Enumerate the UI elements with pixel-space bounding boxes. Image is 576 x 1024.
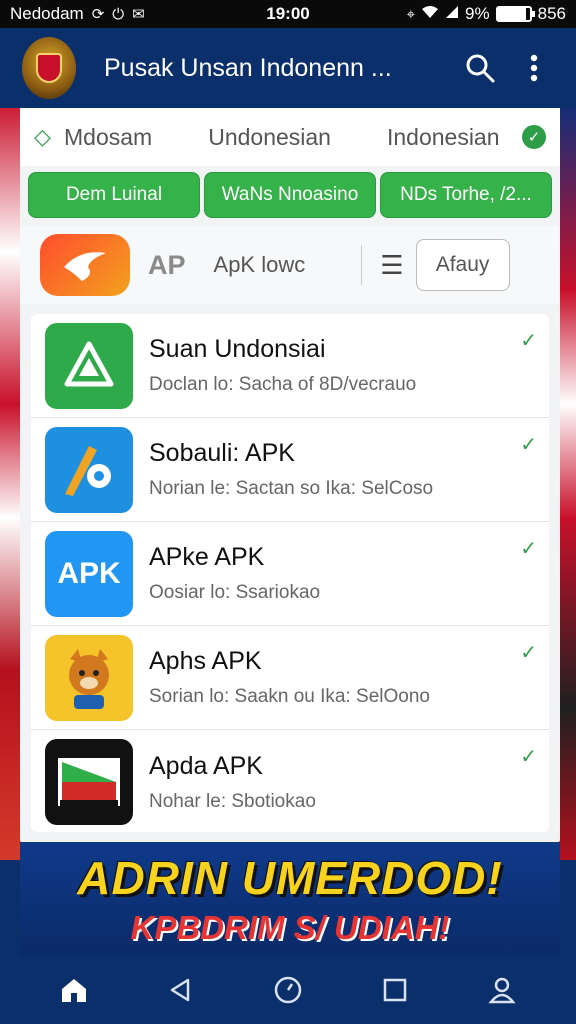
brand-text: AP xyxy=(148,249,186,280)
search-icon xyxy=(466,54,495,83)
nav-clock[interactable] xyxy=(268,970,308,1010)
language-filter-row: ◇ Mdosam Undonesian Indonesian ✓ xyxy=(20,108,560,166)
app-list: Suan Undonsiai Doclan lo: Sacha of 8D/ve… xyxy=(31,314,549,832)
bottom-nav xyxy=(0,956,576,1024)
user-icon xyxy=(488,977,516,1004)
recycle-app-icon xyxy=(45,322,133,409)
app-name: Apda APK xyxy=(149,751,263,780)
chip-2[interactable]: WaNs Nnoasino xyxy=(204,172,376,218)
chevron-down-icon[interactable]: ✓ xyxy=(520,328,537,353)
filter-option-1[interactable]: Mdosam xyxy=(64,124,152,151)
page-title: Pusak Unsan Indonenn ... xyxy=(104,53,392,82)
app-name: Sobauli: APK xyxy=(149,439,295,467)
chevron-down-icon[interactable]: ✓ xyxy=(520,536,537,561)
brand-toolbar: AP ApK lowc ☰ Afauy xyxy=(20,226,560,304)
app-description: Oosiar lo: Ssariokao xyxy=(149,582,321,603)
chip-3[interactable]: NDs Torhe, /2... xyxy=(380,172,552,218)
app-header: Pusak Unsan Indonenn ... xyxy=(0,28,576,108)
nav-home[interactable] xyxy=(54,970,94,1010)
square-icon xyxy=(383,978,407,1002)
list-item[interactable]: Suan Undonsiai Doclan lo: Sacha of 8D/ve… xyxy=(31,314,549,418)
search-button[interactable] xyxy=(460,48,500,88)
app-name: Suan Undonsiai xyxy=(149,335,326,363)
chevron-down-icon[interactable]: ✓ xyxy=(520,744,537,769)
list-item[interactable]: APK APke APK Oosiar lo: Ssariokao ✓ xyxy=(31,522,549,626)
apk-app-icon: APK xyxy=(45,530,133,617)
chevron-down-icon[interactable]: ✓ xyxy=(520,640,537,665)
app-description: Nohar le: Sbotiokao xyxy=(149,790,316,812)
flag-app-icon xyxy=(45,739,133,825)
app-description: Sorian lo: Saakn ou Ika: SelOono xyxy=(149,686,430,707)
banner-title: ADRIN UMERDOD! xyxy=(77,852,503,904)
back-icon xyxy=(170,978,190,1002)
nav-recents[interactable] xyxy=(375,970,415,1010)
nav-back[interactable] xyxy=(161,970,201,1010)
app-description: Doclan lo: Sacha of 8D/vecrauo xyxy=(149,374,417,395)
brand-logo xyxy=(40,234,130,296)
gear-app-icon xyxy=(45,426,133,513)
apk-icon-label: APK xyxy=(57,556,121,590)
nav-profile[interactable] xyxy=(482,970,522,1010)
main-content: ◇ Mdosam Undonesian Indonesian ✓ Dem Lui… xyxy=(20,108,560,842)
promo-banner[interactable]: ADRIN UMERDOD! KPBDRIM S/ UDIAH! xyxy=(20,842,560,956)
battery-icon xyxy=(495,6,535,22)
chevron-icon[interactable]: ◇ xyxy=(34,124,64,150)
clock: 19:00 xyxy=(266,4,310,23)
status-bar: Nedodam ⟳ ⏻ ✉ 19:00 ⌖ 9% 856 xyxy=(0,0,576,28)
mascot-app-icon xyxy=(45,634,133,721)
more-vert-icon xyxy=(530,54,538,82)
list-item[interactable]: Aphs APK Sorian lo: Saakn ou Ika: SelOon… xyxy=(31,626,549,730)
filter-option-3[interactable]: Indonesian xyxy=(387,124,500,151)
divider xyxy=(361,245,363,285)
brand-subtitle: ApK lowc xyxy=(213,252,306,277)
category-chips: Dem Luinal WaNs Nnoasino NDs Torhe, /2..… xyxy=(28,172,552,218)
app-name: APke APK xyxy=(149,543,265,571)
home-icon xyxy=(61,979,86,1002)
chip-1[interactable]: Dem Luinal xyxy=(28,172,200,218)
check-icon[interactable]: ✓ xyxy=(522,125,546,149)
list-item[interactable]: Apda APK Nohar le: Sbotiokao ✓ xyxy=(31,730,549,834)
app-description: Norian le: Sactan so Ika: SelCoso xyxy=(149,478,434,499)
list-view-icon[interactable]: ☰ xyxy=(380,250,403,281)
emblem-logo xyxy=(22,37,76,99)
app-name: Aphs APK xyxy=(149,647,262,675)
chevron-down-icon[interactable]: ✓ xyxy=(520,432,537,457)
filter-option-2[interactable]: Undonesian xyxy=(208,124,331,151)
clock-icon xyxy=(274,976,302,1004)
banner-subtitle: KPBDRIM S/ UDIAH! xyxy=(130,909,450,946)
more-options-button[interactable] xyxy=(514,48,554,88)
sort-button[interactable]: Afauy xyxy=(415,239,510,291)
list-item[interactable]: Sobauli: APK Norian le: Sactan so Ika: S… xyxy=(31,418,549,522)
